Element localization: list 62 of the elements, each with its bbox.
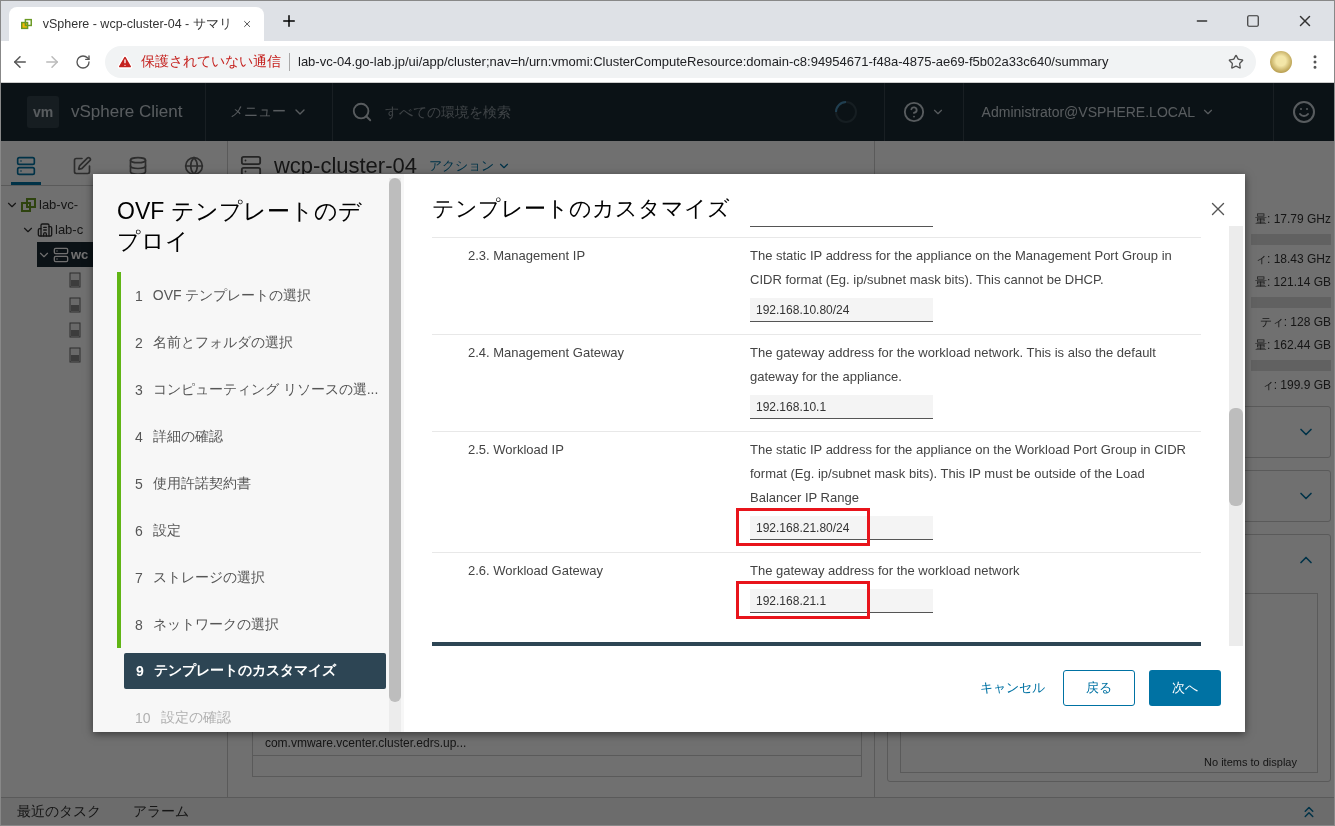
page-heading: テンプレートのカスタマイズ [432, 195, 730, 223]
profile-avatar[interactable] [1270, 50, 1292, 73]
back-button[interactable]: 戻る [1063, 670, 1135, 706]
warning-icon [117, 53, 133, 70]
datacenter-icon [37, 221, 53, 238]
vcenter-icon [21, 196, 37, 213]
property-label: 2.5. Workload IP [468, 442, 565, 459]
bottom-tab[interactable]: アラーム [133, 802, 189, 821]
cancel-button[interactable]: キャンセル [976, 679, 1049, 697]
scrollbar[interactable] [389, 178, 401, 732]
search-icon [350, 101, 373, 123]
empty-message: No items to display [1203, 755, 1298, 770]
url-text: lab-vc-04.go-lab.jp/ui/app/cluster;nav=h/urn:vmomi:ClusterComputeResource:domain-c8:94954671-f48a-4875-ae69-f5b02a33c640/summary [298, 54, 1110, 69]
help-icon [902, 101, 925, 123]
capacity-label: ィ: 199.9 GB [1261, 377, 1331, 394]
input-field[interactable]: 192.168.10.80/24 [750, 298, 933, 322]
property-label: 2.6. Workload Gateway [468, 563, 604, 580]
capacity-label: ティ: 128 GB [1259, 314, 1331, 331]
capacity-label: 量: 17.79 GHz [1254, 211, 1331, 228]
property-description: The gateway address for the workload network [750, 562, 1021, 580]
property-description: The gateway address for the workload network. This is also the default gateway for the appliance. [750, 344, 1157, 386]
loading-spinner-icon [833, 100, 858, 124]
tree-item[interactable]: wc [37, 242, 95, 267]
reload-icon[interactable] [75, 53, 91, 70]
address-bar[interactable]: 保護されていない通信 lab-vc-04.go-lab.jp/ui/app/cluster;nav=h/urn:vmomi:ClusterComputeResource:domain-c8:94954671-f48a-4875-ae69-f5b02a33c640/summary [105, 45, 1256, 78]
feedback-icon[interactable] [1292, 100, 1316, 124]
cluster-icon [53, 246, 69, 263]
capacity-label: 量: 121.14 GB [1254, 274, 1331, 291]
tree-item[interactable]: lab-c [21, 217, 90, 242]
property-description: The static IP address for the appliance on the Management Port Group in CIDR format (Eg. ip/subnet mask bits). This cannot be DHCP. [750, 247, 1173, 289]
vm-logo: vm [27, 96, 59, 128]
star-icon[interactable] [1228, 53, 1244, 70]
host-icon [69, 346, 81, 363]
host-icon [69, 296, 81, 313]
storage-icon [128, 155, 148, 176]
vsphere-favicon-icon [21, 16, 33, 32]
input-field[interactable]: 192.168.21.1 [750, 589, 933, 613]
property-label: 2.3. Management IP [468, 248, 587, 265]
capacity-label: ィ: 18.43 GHz [1254, 251, 1331, 268]
bottom-tab[interactable]: 最近のタスク [17, 802, 101, 821]
input-field[interactable]: 192.168.10.1 [750, 395, 933, 419]
new-tab-icon[interactable] [280, 12, 298, 30]
hosts-icon [16, 155, 36, 176]
host-icon [69, 321, 81, 338]
network-icon [184, 155, 204, 176]
page-title: wcp-cluster-04 [273, 153, 417, 179]
capacity-label: 量: 162.44 GB [1254, 337, 1331, 354]
wizard-step[interactable]: 9 テンプレートのカスタマイズ [124, 653, 386, 689]
next-button[interactable]: 次へ [1149, 670, 1221, 706]
scrollbar[interactable] [1229, 226, 1243, 646]
security-label: 保護されていない通信 [141, 52, 281, 71]
input-field[interactable]: 192.168.21.80/24 [750, 516, 933, 540]
maximize-icon[interactable] [1246, 14, 1260, 28]
host-icon [69, 271, 81, 288]
vm-icon [72, 155, 92, 176]
app-name: vSphere Client [71, 83, 206, 141]
cluster-icon [239, 155, 262, 177]
tree-item[interactable]: lab-vc- [5, 192, 84, 217]
property-description: The static IP address for the appliance on the Workload Port Group in CIDR format (Eg. ip/subnet mask bits). This IP must be outside of the Load Balancer IP Range [750, 441, 1187, 507]
browser-tab[interactable]: vSphere - wcp-cluster-04 - サマリ [9, 7, 264, 41]
dialog-title: OVF テンプレートのデプロイ [117, 197, 363, 256]
property-label: 2.4. Management Gateway [468, 345, 626, 362]
